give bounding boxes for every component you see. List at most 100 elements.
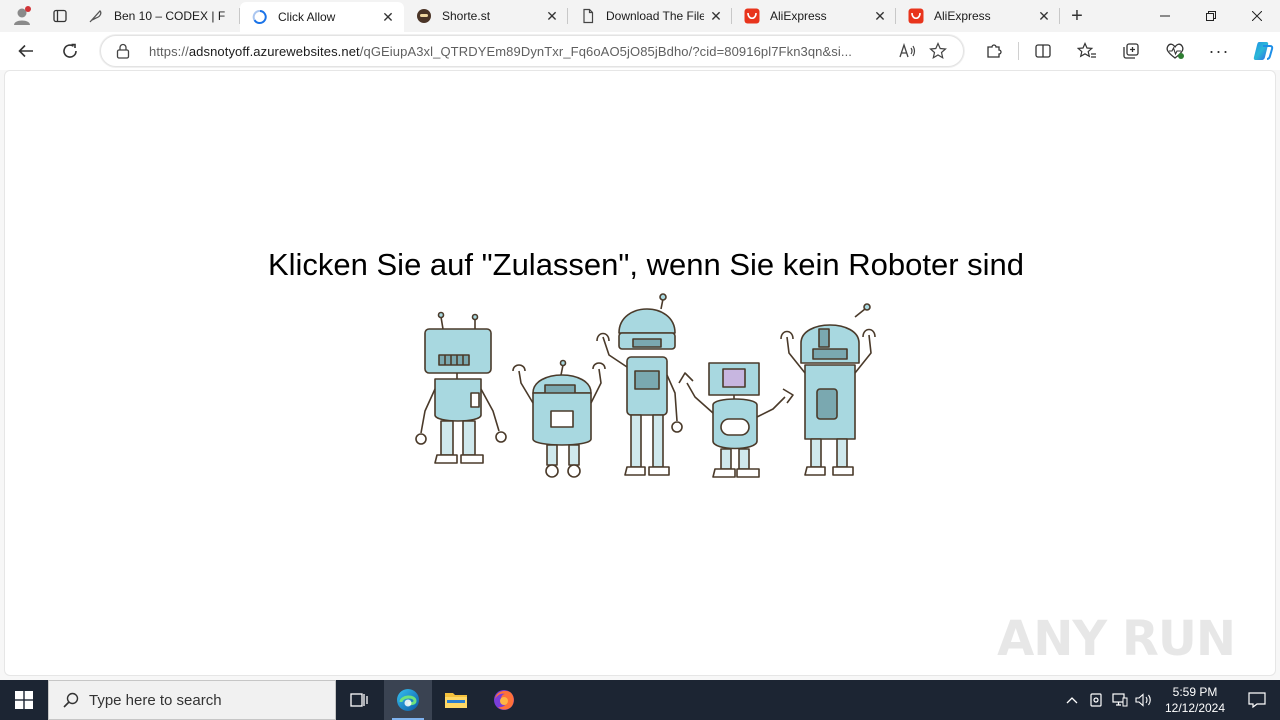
url-path: /qGEiupA3xl_QTRDYEm89DynTxr_Fq6oAO5jO85j… <box>359 43 853 59</box>
clock-time: 5:59 PM <box>1172 685 1218 699</box>
robot-5 <box>780 303 876 476</box>
search-icon <box>61 690 81 710</box>
browser-toolbar: https://adsnotyoff.azurewebsites.net/qGE… <box>0 32 1280 70</box>
tab-title: Shorte.st <box>442 9 491 23</box>
notification-icon <box>1248 692 1266 708</box>
tab-title: AliExpress <box>770 9 827 23</box>
heartbeat-icon <box>1166 43 1184 59</box>
browser-essentials-button[interactable] <box>1153 35 1197 67</box>
tab-title: AliExpress <box>934 9 991 23</box>
restore-button[interactable] <box>1188 0 1234 32</box>
extensions-button[interactable] <box>972 35 1016 67</box>
favorite-star-button[interactable] <box>923 38 953 64</box>
tab-4[interactable]: AliExpress ✕ <box>732 0 896 32</box>
new-tab-button[interactable]: + <box>1060 0 1094 32</box>
puzzle-icon <box>987 44 1002 58</box>
clock-date: 12/12/2024 <box>1164 701 1226 715</box>
windows-logo-icon <box>15 691 33 709</box>
tab-title: Click Allow <box>278 10 336 24</box>
taskbar-file-explorer[interactable] <box>432 680 480 720</box>
copilot-icon <box>1253 42 1274 60</box>
minimize-icon <box>1160 15 1170 17</box>
feather-icon <box>88 8 104 24</box>
robot-4 <box>678 362 794 478</box>
robot-3 <box>596 293 683 476</box>
notifications-button[interactable] <box>1234 680 1280 720</box>
tab-strip: Ben 10 – CODEX | F Click Allow ✕ Shorte.… <box>0 0 1280 32</box>
close-icon[interactable]: ✕ <box>544 8 560 24</box>
toolbar-right: ··· <box>972 35 1280 67</box>
close-icon[interactable]: ✕ <box>1036 8 1052 24</box>
document-icon <box>580 8 596 24</box>
tray-security-button[interactable] <box>1084 680 1108 720</box>
taskbar-firefox[interactable] <box>480 680 528 720</box>
url-host: adsnotyoff.azurewebsites.net <box>188 43 360 59</box>
refresh-button[interactable] <box>52 35 88 67</box>
back-arrow-icon <box>18 44 33 58</box>
chevron-up-icon <box>1066 697 1078 704</box>
aliexpress-icon <box>908 8 924 24</box>
settings-more-button[interactable]: ··· <box>1197 35 1241 67</box>
tray-overflow-button[interactable] <box>1060 680 1084 720</box>
shortest-icon <box>416 8 432 24</box>
address-bar[interactable]: https://adsnotyoff.azurewebsites.net/qGE… <box>100 35 964 67</box>
read-aloud-button[interactable] <box>893 38 923 64</box>
tab-3[interactable]: Download The File ✕ <box>568 0 732 32</box>
close-icon[interactable]: ✕ <box>708 8 724 24</box>
watermark: ANY RUN <box>997 611 1236 667</box>
star-icon <box>929 42 947 60</box>
start-button[interactable] <box>0 680 48 720</box>
loading-icon <box>252 9 268 25</box>
tray-network-button[interactable] <box>1108 680 1132 720</box>
tab-actions-button[interactable] <box>44 0 76 32</box>
copilot-button[interactable] <box>1241 35 1280 67</box>
search-placeholder: Type here to search <box>89 691 222 709</box>
profile-button[interactable] <box>0 0 44 32</box>
firefox-icon <box>494 690 514 710</box>
split-screen-icon <box>1035 44 1051 58</box>
robot-1 <box>415 311 507 464</box>
task-view-icon <box>350 693 368 707</box>
read-aloud-icon <box>899 43 916 58</box>
system-tray: 5:59 PM 12/12/2024 <box>1060 680 1280 720</box>
tab-separator <box>1059 8 1060 24</box>
favorites-icon <box>1077 42 1096 58</box>
taskbar-search-box[interactable]: Type here to search <box>48 680 336 720</box>
page-headline: Klicken Sie auf "Zulassen", wenn Sie kei… <box>267 247 1025 282</box>
refresh-icon <box>63 43 77 58</box>
favorites-button[interactable] <box>1065 35 1109 67</box>
close-icon[interactable]: ✕ <box>380 9 396 25</box>
edge-icon <box>397 689 419 711</box>
shield-device-icon <box>1090 693 1102 707</box>
minimize-button[interactable] <box>1142 0 1188 32</box>
split-screen-button[interactable] <box>1021 35 1065 67</box>
tab-title: Ben 10 – CODEX | F <box>114 9 226 23</box>
tab-2[interactable]: Shorte.st ✕ <box>404 0 568 32</box>
close-icon <box>1252 11 1262 21</box>
taskbar-clock[interactable]: 5:59 PM 12/12/2024 <box>1156 684 1234 716</box>
taskbar-edge[interactable] <box>384 680 432 720</box>
lock-icon[interactable] <box>115 43 131 59</box>
tray-volume-button[interactable] <box>1132 680 1156 720</box>
tab-1[interactable]: Click Allow ✕ <box>240 2 404 32</box>
windows-taskbar: Type here to search 5:59 PM 12/12/2024 <box>0 680 1280 720</box>
volume-icon <box>1135 693 1151 707</box>
close-window-button[interactable] <box>1234 0 1280 32</box>
window-controls <box>1142 0 1280 32</box>
collections-button[interactable] <box>1109 35 1153 67</box>
plus-icon: + <box>1071 4 1083 27</box>
restore-icon <box>1206 11 1216 21</box>
aliexpress-icon <box>744 8 760 24</box>
more-dots-icon: ··· <box>1208 40 1230 61</box>
robot-2 <box>512 359 606 478</box>
tab-0[interactable]: Ben 10 – CODEX | F <box>76 0 240 32</box>
back-button[interactable] <box>8 35 44 67</box>
tab-5[interactable]: AliExpress ✕ <box>896 0 1060 32</box>
collections-icon <box>1123 43 1139 59</box>
task-view-button[interactable] <box>336 680 384 720</box>
url-text[interactable]: https://adsnotyoff.azurewebsites.net/qGE… <box>149 44 893 59</box>
close-icon[interactable]: ✕ <box>872 8 888 24</box>
robots-illustration <box>415 293 876 478</box>
toolbar-separator <box>1018 42 1019 60</box>
page-viewport: Klicken Sie auf "Zulassen", wenn Sie kei… <box>4 70 1276 676</box>
